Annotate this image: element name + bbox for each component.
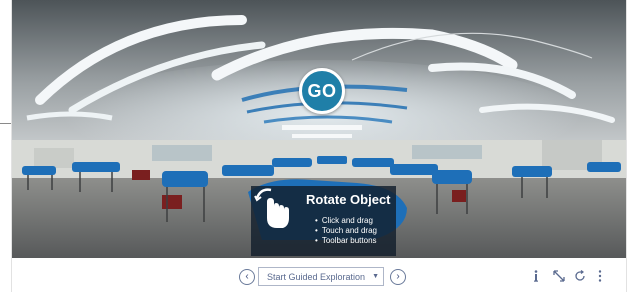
chevron-down-icon: ▼: [372, 273, 379, 280]
go-button[interactable]: GO: [299, 68, 345, 114]
expand-icon[interactable]: [553, 270, 565, 282]
rotate-item-click: Click and drag: [315, 216, 377, 226]
rotate-title: Rotate Object: [306, 192, 391, 207]
panorama-viewer: GO Rotate Object Click and drag Touch an…: [11, 0, 627, 292]
rotate-item-touch: Touch and drag: [315, 226, 377, 236]
viewer-toolbar: ‹ Start Guided Exploration ▼ ›: [12, 258, 626, 292]
reset-icon[interactable]: [574, 270, 586, 282]
guided-exploration-select[interactable]: Start Guided Exploration ▼: [258, 267, 384, 286]
guided-exploration-label: Start Guided Exploration: [267, 271, 366, 282]
more-icon[interactable]: [598, 270, 602, 282]
rotate-item-toolbar: Toolbar buttons: [315, 236, 377, 246]
next-stop-button[interactable]: ›: [390, 269, 406, 285]
panorama-canvas[interactable]: GO Rotate Object Click and drag Touch an…: [12, 0, 626, 258]
hand-drag-icon: [254, 188, 289, 228]
info-icon[interactable]: [533, 270, 539, 282]
rotate-object-hint: Rotate Object Click and drag Touch and d…: [251, 186, 396, 256]
rotate-instructions: Click and drag Touch and drag Toolbar bu…: [315, 216, 377, 246]
previous-stop-button[interactable]: ‹: [239, 269, 255, 285]
